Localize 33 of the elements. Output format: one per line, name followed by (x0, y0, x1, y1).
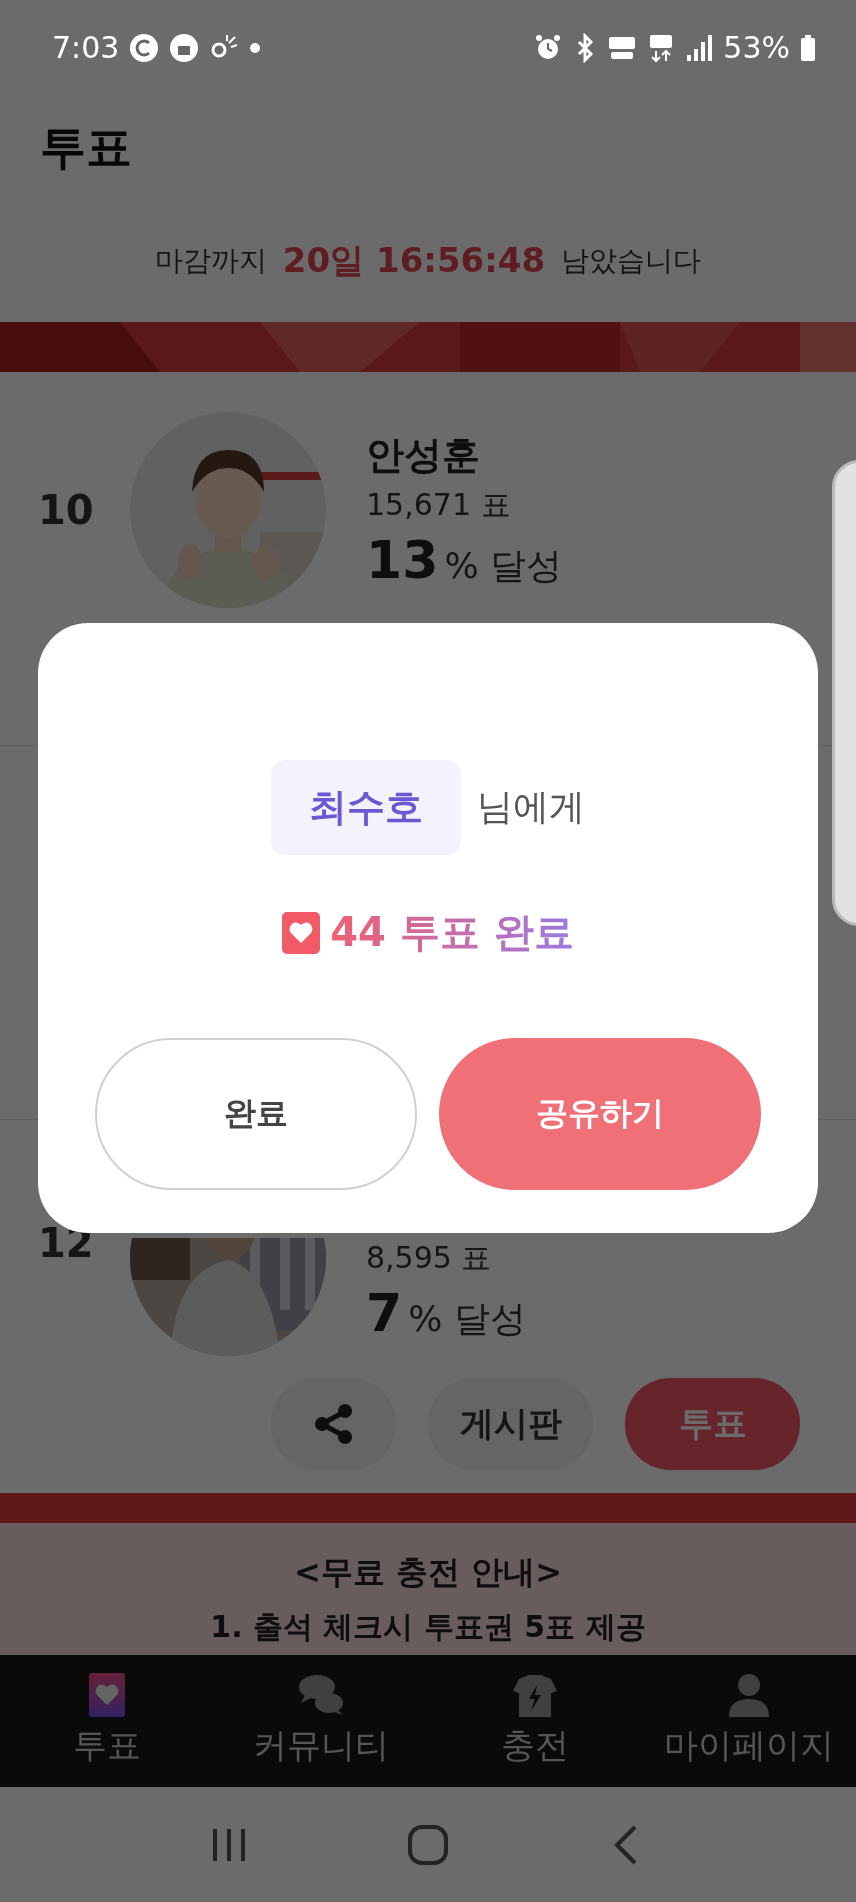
rank-number: 10 (38, 487, 95, 533)
notice-line: 1. 출석 체크시 투표권 5표 제공 (210, 1608, 646, 1646)
heart-card-icon (282, 911, 321, 954)
board-button[interactable]: 게시판 (428, 1378, 593, 1470)
share-button[interactable]: 공유하기 (439, 1038, 761, 1190)
recipient-suffix: 님에게 (477, 785, 585, 829)
percent-label: % 달성 (444, 543, 563, 588)
battery-percent: 53% (723, 30, 790, 65)
nav-tab[interactable]: 투표 (0, 1655, 214, 1787)
battery-icon (800, 32, 816, 63)
nav-tab[interactable]: 마이페이지 (642, 1655, 856, 1787)
deadline-label: 마감까지 (154, 243, 267, 279)
countdown: 20일 16:56:48 (282, 239, 546, 282)
page-title: 투표 (40, 118, 132, 176)
percent-label: % 달성 (408, 1297, 526, 1341)
vote-count: 8,595 표 (366, 1239, 493, 1277)
nav-tab[interactable]: 커뮤니티 (214, 1655, 428, 1787)
done-button[interactable]: 완료 (95, 1038, 417, 1190)
percent-value: 13 (366, 529, 439, 590)
signal-icon (685, 32, 714, 63)
chat-bubbles-icon (297, 1673, 345, 1717)
status-time: 7:03 (52, 30, 120, 65)
deadline-suffix: 남았습니다 (561, 243, 702, 279)
candidate-name: 안성훈 (366, 431, 481, 479)
recipient-name: 최수호 (271, 760, 461, 855)
notification-icon (129, 32, 160, 63)
lightning-shirt-icon (511, 1673, 559, 1717)
dot-icon (249, 41, 262, 54)
vote-count: 15,671 표 (366, 485, 512, 524)
notice-title: <무료 충전 안내> (294, 1552, 562, 1593)
nav-tab[interactable]: 충전 (428, 1655, 642, 1787)
vote-button[interactable]: 투표 (625, 1378, 800, 1470)
percent-value: 7 (366, 1283, 403, 1343)
